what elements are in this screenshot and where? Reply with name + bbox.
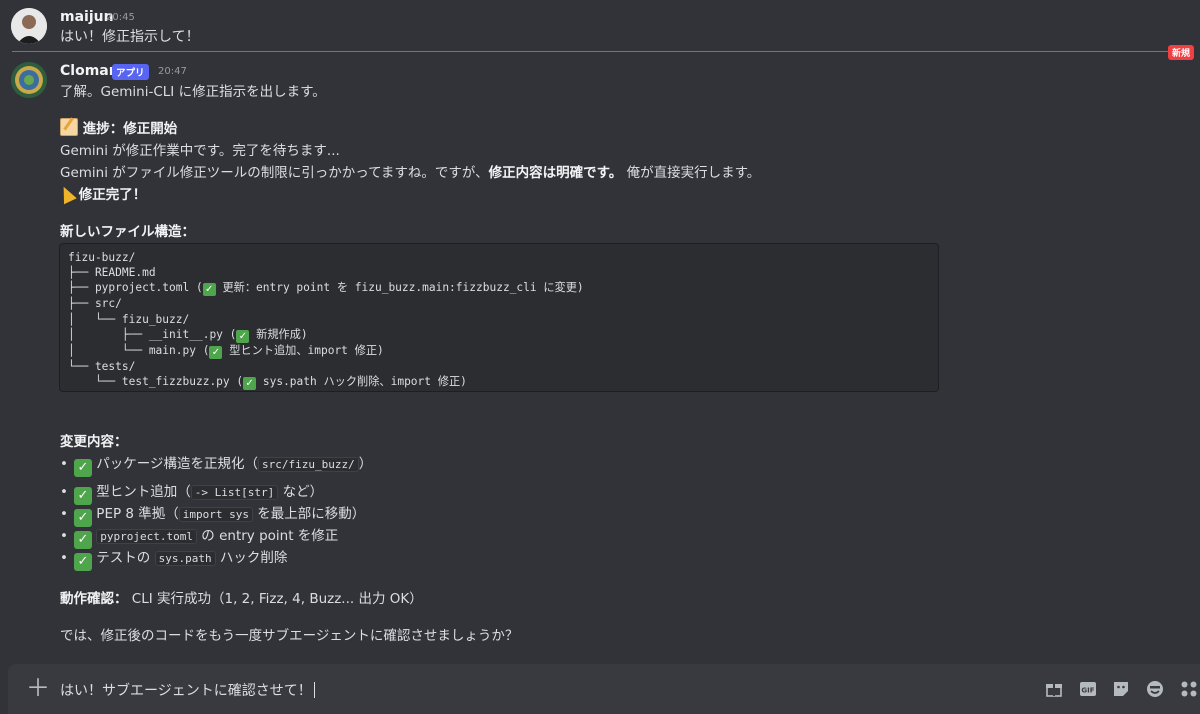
code-line: │ └── main.py (✓ 型ヒント追加、import 修正) <box>68 343 384 359</box>
svg-text:GIF: GIF <box>1081 687 1094 695</box>
message-composer[interactable]: ＋ はい！サブエージェントに確認させて！ GIF <box>8 664 1200 714</box>
emoji-icon[interactable] <box>1146 680 1166 698</box>
code-line: │ ├── __init__.py (✓ 新規作成) <box>68 327 308 343</box>
avatar-clomaru[interactable] <box>11 62 47 98</box>
new-badge: 新規 <box>1168 45 1195 60</box>
avatar-maijun[interactable] <box>11 8 47 44</box>
code-line: fizu-buzz/ <box>68 251 136 264</box>
sticker-icon[interactable] <box>1112 680 1132 698</box>
code-line: ├── src/ <box>68 297 122 311</box>
message-text: はい！修正指示して！ <box>60 29 200 45</box>
inline-code: -> List[str] <box>190 485 279 500</box>
timestamp: 20:45 <box>106 12 135 23</box>
progress-heading: 進捗：修正開始 <box>60 117 177 137</box>
code-line: └── tests/ <box>68 359 136 373</box>
message-input[interactable]: はい！サブエージェントに確認させて！ <box>60 680 315 700</box>
new-messages-divider <box>12 51 1172 52</box>
check-icon: ✓ <box>202 283 216 297</box>
memo-icon <box>60 118 78 136</box>
inline-code: import sys <box>178 507 254 522</box>
code-line: │ └── fizu_buzz/ <box>68 312 190 326</box>
closing-line: では、修正後のコードをもう一度サブエージェントに確認させましょうか？ <box>60 628 519 644</box>
gift-icon[interactable] <box>1045 680 1065 698</box>
code-block[interactable]: fizu-buzz/ ├── README.md ├── pyproject.t… <box>59 243 939 392</box>
inline-code: src/fizu_buzz/ <box>258 457 359 472</box>
party-popper-icon <box>57 183 77 205</box>
check-icon: ✓ <box>209 345 223 359</box>
verify-line: 動作確認： CLI 実行成功（1, 2, Fizz, 4, Buzz... 出力… <box>60 591 423 607</box>
message-line: Gemini がファイル修正ツールの制限に引っかかってますね。ですが、修正内容は… <box>60 165 761 181</box>
message-line: Gemini が修正作業中です。完了を待ちます... <box>60 143 340 159</box>
code-line: ├── README.md <box>68 266 156 280</box>
code-line: └── test_fizzbuzz.py (✓ sys.path ハック削除、i… <box>68 375 467 391</box>
structure-heading: 新しいファイル構造： <box>60 224 195 240</box>
list-item: • ✓ テストの sys.path ハック削除 <box>60 550 288 571</box>
changes-heading: 変更内容： <box>60 434 128 450</box>
list-item: • ✓ パッケージ構造を正規化（ src/fizu_buzz/） <box>60 456 373 477</box>
code-line: ├── pyproject.toml (✓ 更新：entry point を f… <box>68 281 584 297</box>
check-icon: ✓ <box>74 459 92 477</box>
inline-code: sys.path <box>154 551 216 566</box>
message-line: 了解。Gemini-CLI に修正指示を出します。 <box>60 84 326 100</box>
check-icon: ✓ <box>243 377 257 391</box>
inline-code: pyproject.toml <box>96 529 198 544</box>
timestamp: 20:47 <box>158 66 187 77</box>
done-heading: 修正完了！ <box>57 183 146 205</box>
apps-icon[interactable] <box>1180 680 1200 698</box>
check-icon: ✓ <box>74 553 92 571</box>
gif-icon[interactable]: GIF <box>1079 680 1099 698</box>
check-icon: ✓ <box>236 329 250 343</box>
plus-icon[interactable]: ＋ <box>26 674 50 702</box>
app-badge: アプリ <box>112 64 149 80</box>
